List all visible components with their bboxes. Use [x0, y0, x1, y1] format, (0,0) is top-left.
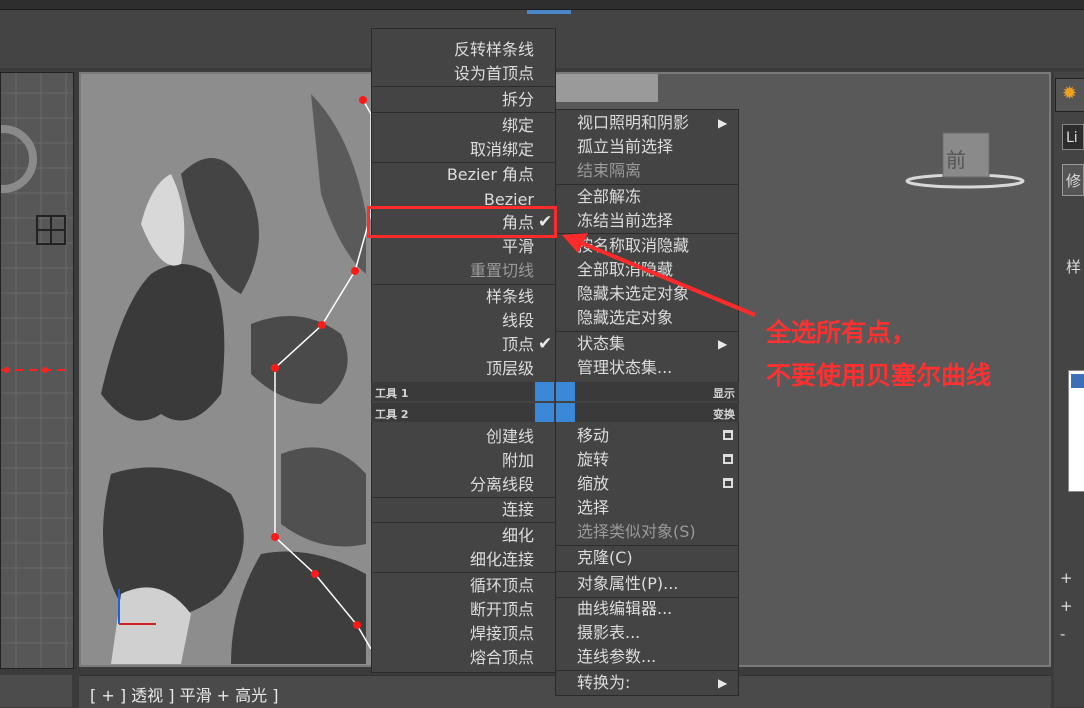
- sun-icon: ✹: [1062, 83, 1078, 104]
- annotation-line-2: 不要使用贝塞尔曲线: [766, 361, 992, 390]
- menu-item-end-isolate[interactable]: 结束隔离: [577, 159, 641, 183]
- menu-item-smooth[interactable]: 平滑: [502, 235, 534, 259]
- menu-item-segment[interactable]: 线段: [502, 309, 534, 333]
- menu-item-convert-to[interactable]: 转换为:: [577, 671, 630, 695]
- menu-item-connect[interactable]: 连接: [502, 498, 534, 522]
- menu-item-attach[interactable]: 附加: [502, 449, 534, 473]
- menu-item-select[interactable]: 选择: [577, 496, 609, 520]
- menu-item-reset-tangents[interactable]: 重置切线: [470, 259, 534, 283]
- quad-menu-left-items: 反转样条线 设为首顶点 拆分 绑定 取消绑定 Bezier 角点 Bezier …: [371, 28, 556, 673]
- menu-item-unbind[interactable]: 取消绑定: [470, 138, 534, 162]
- menu-item-object-properties[interactable]: 对象属性(P)...: [577, 572, 678, 596]
- quad-label-transform: 变换: [713, 408, 735, 421]
- quad-label-display: 显示: [713, 387, 735, 400]
- menu-item-reverse-spline[interactable]: 反转样条线: [454, 38, 534, 62]
- left-viewport-grid: [0, 73, 73, 668]
- quad-selector-top-left[interactable]: [535, 382, 554, 401]
- quad-header-tools1: 工具 1 显示: [371, 382, 739, 401]
- menu-item-dope-sheet[interactable]: 摄影表...: [577, 621, 640, 645]
- menu-item-spline[interactable]: 样条线: [486, 285, 534, 309]
- menu-item-make-first[interactable]: 设为首顶点: [454, 62, 534, 86]
- menu-item-manage-state-sets[interactable]: 管理状态集...: [577, 356, 672, 380]
- top-menubar: [0, 0, 1084, 10]
- quad-selector-bottom-right[interactable]: [556, 403, 575, 422]
- menu-item-weld-vertices[interactable]: 焊接顶点: [470, 622, 534, 646]
- rotate-settings-icon[interactable]: [723, 454, 733, 464]
- submenu-arrow-icon: ▶: [718, 337, 728, 351]
- menu-item-vertex[interactable]: 顶点: [502, 333, 534, 357]
- move-settings-icon[interactable]: [723, 430, 733, 440]
- create-tab[interactable]: ✹: [1055, 78, 1084, 112]
- menu-item-top-level[interactable]: 顶层级: [486, 357, 534, 381]
- quad-header-tools2: 工具 2 变换: [371, 403, 739, 422]
- menu-item-curve-editor[interactable]: 曲线编辑器...: [577, 597, 672, 621]
- quad-selector-bottom-left[interactable]: [535, 403, 554, 422]
- menu-item-isolate-selection[interactable]: 孤立当前选择: [577, 135, 673, 159]
- menu-item-clone[interactable]: 克隆(C): [577, 546, 633, 570]
- menu-item-select-similar[interactable]: 选择类似对象(S): [577, 520, 696, 544]
- quad-label-tools2: 工具 2: [375, 408, 409, 421]
- collapse-minus[interactable]: -: [1060, 625, 1084, 645]
- vertex-check-icon: ✔: [538, 334, 553, 354]
- ribbon-active-tab[interactable]: [527, 10, 571, 14]
- menu-item-scale[interactable]: 缩放: [577, 472, 609, 496]
- menu-item-refine[interactable]: 细化: [502, 524, 534, 548]
- quad-selector-top-right[interactable]: [556, 382, 575, 401]
- rollout-label: 样: [1066, 258, 1082, 276]
- menu-item-rotate[interactable]: 旋转: [577, 448, 609, 472]
- annotation-line-1: 全选所有点，: [766, 318, 917, 347]
- viewport-label[interactable]: [ + ] 透视 ] 平滑 + 高光 ]: [90, 682, 278, 706]
- expand-plus-2[interactable]: +: [1060, 597, 1084, 617]
- menu-item-cycle-vertices[interactable]: 循环顶点: [470, 574, 534, 598]
- scale-settings-icon[interactable]: [723, 478, 733, 488]
- menu-item-bind[interactable]: 绑定: [502, 114, 534, 138]
- modifier-list[interactable]: 修: [1062, 164, 1084, 196]
- left-viewport-label-bar: [0, 675, 72, 707]
- command-panel: ✹ Li 修 样 + + -: [1054, 72, 1084, 707]
- annotation-arrow: [562, 233, 756, 317]
- menu-item-viewport-lighting[interactable]: 视口照明和阴影: [577, 111, 689, 135]
- object-name-field[interactable]: Li: [1062, 124, 1084, 150]
- submenu-arrow-icon: ▶: [718, 676, 728, 690]
- menu-item-divide[interactable]: 拆分: [502, 88, 534, 112]
- menu-item-state-sets[interactable]: 状态集: [577, 332, 625, 356]
- menu-item-refine-connect[interactable]: 细化连接: [470, 548, 534, 572]
- highlight-box: [367, 206, 557, 238]
- modifier-stack[interactable]: [1068, 370, 1084, 492]
- quad-label-tools1: 工具 1: [375, 387, 409, 400]
- submenu-arrow-icon: ▶: [718, 116, 728, 130]
- expand-plus-1[interactable]: +: [1060, 569, 1084, 589]
- viewcube-front-label[interactable]: 前: [946, 144, 966, 173]
- menu-item-break-vertices[interactable]: 断开顶点: [470, 598, 534, 622]
- menu-item-unfreeze-all[interactable]: 全部解冻: [577, 185, 641, 209]
- left-viewport[interactable]: [0, 72, 74, 669]
- menu-item-wire-parameters[interactable]: 连线参数...: [577, 645, 656, 669]
- menu-item-bezier-corner[interactable]: Bezier 角点: [447, 163, 534, 187]
- menu-item-move[interactable]: 移动: [577, 424, 609, 448]
- menu-item-fuse-vertices[interactable]: 熔合顶点: [470, 646, 534, 670]
- menu-item-create-line[interactable]: 创建线: [486, 425, 534, 449]
- menu-item-detach-segment[interactable]: 分离线段: [470, 473, 534, 497]
